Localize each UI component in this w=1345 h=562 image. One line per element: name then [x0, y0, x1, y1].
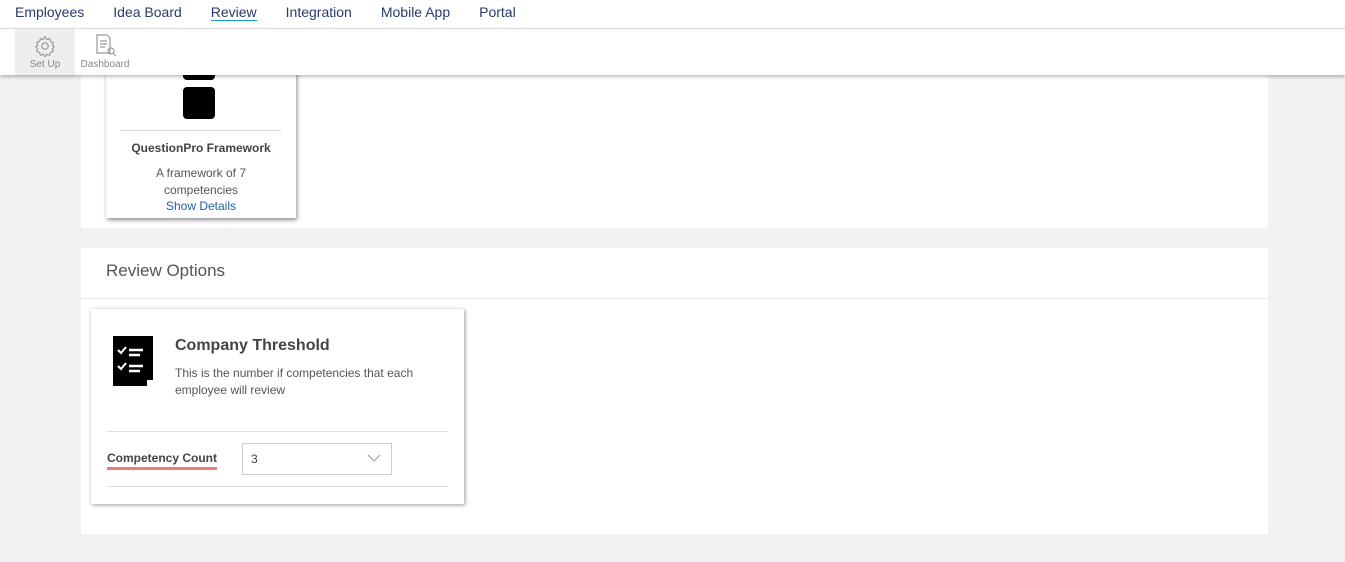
show-details-link[interactable]: Show Details — [106, 199, 296, 213]
competency-count-select[interactable]: 3 — [242, 443, 392, 475]
threshold-description: This is the number if competencies that … — [175, 366, 414, 397]
nav-portal[interactable]: Portal — [479, 4, 516, 20]
nav-integration[interactable]: Integration — [286, 4, 352, 20]
setup-button[interactable]: Set Up — [15, 29, 75, 75]
selected-value: 3 — [251, 452, 258, 466]
company-threshold-card: Company Threshold This is the number if … — [91, 309, 464, 504]
framework-description: A framework of 7 competencies — [155, 166, 247, 197]
nav-employees[interactable]: Employees — [15, 4, 84, 20]
nav-mobile-app[interactable]: Mobile App — [381, 4, 450, 20]
divider — [81, 298, 1268, 299]
nav-idea-board[interactable]: Idea Board — [113, 4, 182, 20]
gear-icon — [34, 35, 56, 57]
dashboard-button[interactable]: Dashboard — [75, 29, 135, 75]
divider — [107, 431, 448, 432]
framework-icon-block — [183, 87, 215, 119]
framework-panel: QuestionPro Framework A framework of 7 c… — [81, 60, 1268, 228]
threshold-title: Company Threshold — [175, 337, 330, 354]
competency-count-label: Competency Count — [107, 451, 218, 470]
chevron-down-icon — [367, 454, 381, 462]
nav-review[interactable]: Review — [210, 4, 257, 21]
setup-label: Set Up — [29, 59, 61, 70]
framework-card[interactable]: QuestionPro Framework A framework of 7 c… — [106, 60, 296, 218]
review-options-panel: Review Options Company Threshold This is… — [81, 248, 1268, 534]
divider — [107, 486, 448, 487]
framework-title: QuestionPro Framework — [131, 141, 271, 155]
divider — [121, 130, 281, 131]
section-heading: Review Options — [106, 261, 226, 280]
top-nav: Employees Idea Board Review Integration … — [0, 0, 1345, 29]
document-search-icon — [96, 34, 117, 57]
dashboard-label: Dashboard — [80, 59, 130, 70]
checklist-icon — [113, 336, 153, 386]
toolbar: Set Up Dashboard — [0, 29, 1345, 75]
